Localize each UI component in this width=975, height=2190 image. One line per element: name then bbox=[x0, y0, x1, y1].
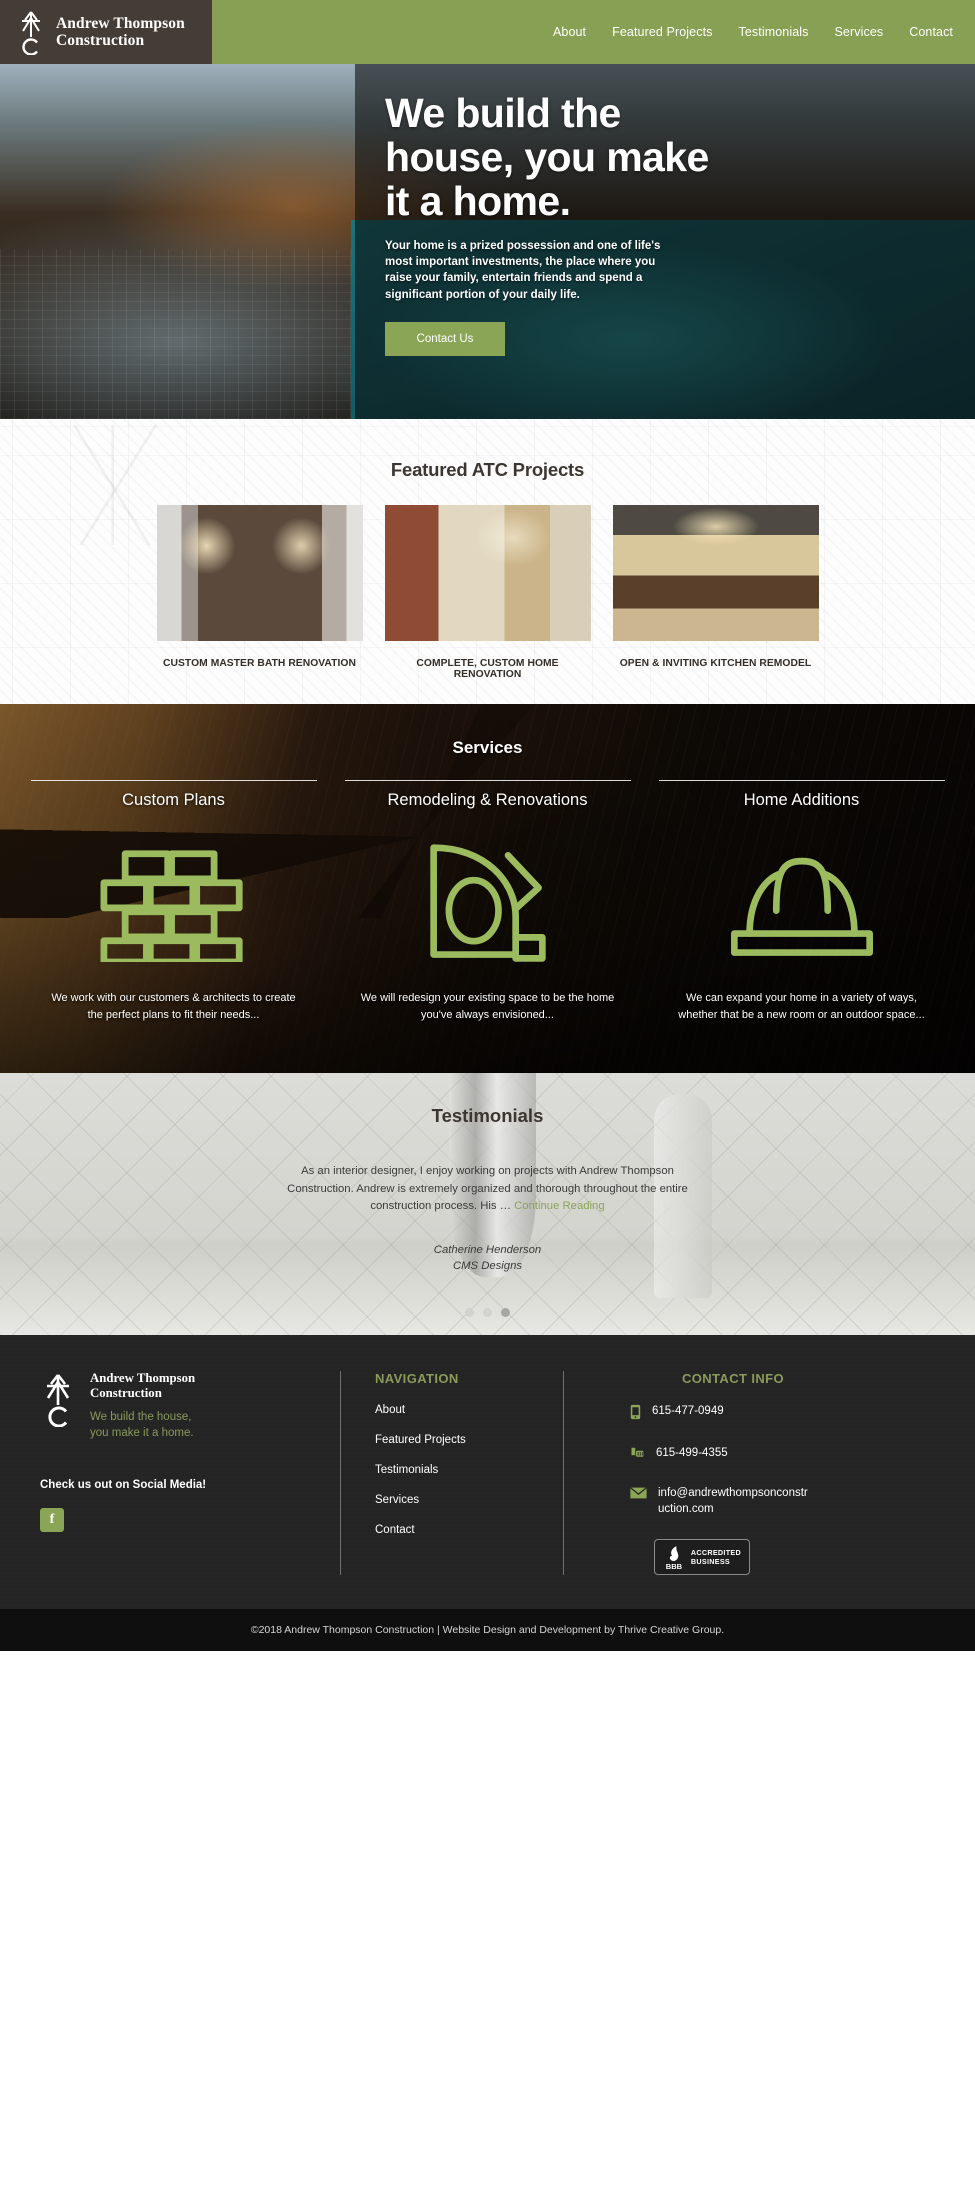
featured-projects-section: Featured ATC Projects CUSTOM MASTER BATH… bbox=[0, 419, 975, 704]
featured-projects-title: Featured ATC Projects bbox=[390, 459, 585, 480]
footer-link-about[interactable]: About bbox=[375, 1404, 563, 1416]
logo-line-2: Construction bbox=[56, 32, 145, 49]
bbb-line-1: ACCREDITED bbox=[690, 1547, 741, 1557]
logo-block[interactable]: Andrew Thompson Construction bbox=[0, 0, 212, 64]
service-name: Remodeling & Renovations bbox=[387, 791, 588, 809]
pagination-dot-2[interactable] bbox=[483, 1308, 492, 1318]
testimonials-title: Testimonials bbox=[431, 1105, 544, 1126]
footer-link-featured-projects[interactable]: Featured Projects bbox=[375, 1434, 563, 1446]
tape-measure-icon bbox=[343, 840, 633, 968]
contact-us-button[interactable]: Contact Us bbox=[385, 321, 505, 356]
divider bbox=[658, 780, 945, 781]
logo-line-1: Andrew Thompson bbox=[56, 14, 185, 32]
testimonials-section: Testimonials As an interior designer, I … bbox=[0, 1073, 975, 1335]
bbb-line-2: BUSINESS bbox=[690, 1556, 731, 1566]
testimonial-author: Catherine Henderson CMS Designs bbox=[0, 1242, 975, 1275]
atc-monogram-icon bbox=[40, 1371, 76, 1428]
continue-reading-link[interactable]: Continue Reading bbox=[514, 1200, 604, 1212]
site-footer: Andrew Thompson Construction We build th… bbox=[0, 1335, 975, 1609]
project-thumbnail-bath[interactable] bbox=[156, 505, 363, 641]
footer-contact-heading: CONTACT INFO bbox=[681, 1371, 785, 1386]
nav-item-contact[interactable]: Contact bbox=[909, 25, 953, 39]
contact-row-email[interactable]: info@andrewthompsonconstruction.com bbox=[602, 1486, 864, 1518]
envelope-icon bbox=[629, 1486, 648, 1504]
project-caption: COMPLETE, CUSTOM HOME RENOVATION bbox=[416, 658, 559, 680]
bbb-torch-icon: BBB bbox=[666, 1545, 683, 1570]
testimonial-author-name: Catherine Henderson bbox=[433, 1243, 542, 1256]
services-heading-row: Custom Plans Remodeling & Renovations Ho… bbox=[0, 780, 975, 810]
nav-item-testimonials[interactable]: Testimonials bbox=[739, 25, 809, 39]
services-section: Services Custom Plans Remodeling & Renov… bbox=[0, 704, 975, 1073]
bbb-accredited-business-badge[interactable]: BBB ACCREDITED BUSINESS bbox=[654, 1538, 750, 1575]
footer-navigation-column: NAVIGATION About Featured Projects Testi… bbox=[341, 1371, 563, 1575]
services-title: Services bbox=[452, 738, 523, 757]
hero-content: We build the house, you make it a home. … bbox=[385, 90, 945, 356]
project-card[interactable]: CUSTOM MASTER BATH RENOVATION bbox=[156, 505, 363, 680]
project-thumbnail-kitchen[interactable] bbox=[612, 505, 819, 641]
project-thumbnail-living-room[interactable] bbox=[384, 505, 591, 641]
footer-link-services[interactable]: Services bbox=[375, 1494, 563, 1506]
nav-item-featured-projects[interactable]: Featured Projects bbox=[612, 25, 712, 39]
project-card[interactable]: OPEN & INVITING KITCHEN REMODEL bbox=[612, 505, 819, 680]
footer-brand-line-1: Andrew Thompson bbox=[90, 1371, 196, 1385]
divider bbox=[30, 780, 317, 781]
main-navigation: About Featured Projects Testimonials Ser… bbox=[212, 0, 975, 64]
testimonial-quote: As an interior designer, I enjoy working… bbox=[278, 1163, 698, 1216]
divider bbox=[344, 780, 631, 781]
hard-hat-icon bbox=[657, 840, 947, 968]
footer-tagline-line-2: you make it a home. bbox=[90, 1426, 194, 1439]
testimonial-author-company: CMS Designs bbox=[452, 1259, 523, 1272]
footer-contact-column: CONTACT INFO 615-477-0949 615-499-4355 i… bbox=[564, 1371, 864, 1575]
footer-link-testimonials[interactable]: Testimonials bbox=[375, 1464, 563, 1476]
contact-row-office[interactable]: 615-499-4355 bbox=[602, 1446, 864, 1465]
services-description-row: We work with our customers & architects … bbox=[0, 990, 975, 1024]
social-media-label: Check us out on Social Media! bbox=[40, 1479, 207, 1492]
service-description: We can expand your home in a variety of … bbox=[678, 992, 925, 1022]
site-header: Andrew Thompson Construction About Featu… bbox=[0, 0, 975, 64]
pagination-dot-3[interactable] bbox=[501, 1308, 510, 1318]
service-description: We will redesign your existing space to … bbox=[360, 992, 615, 1022]
copyright-bar: ©2018 Andrew Thompson Construction | Web… bbox=[0, 1608, 975, 1651]
contact-phone-office: 615-499-4355 bbox=[656, 1447, 728, 1459]
footer-brand-line-2: Construction bbox=[90, 1386, 162, 1401]
service-column-remodeling: Remodeling & Renovations bbox=[343, 780, 633, 810]
footer-tagline: We build the house, you make it a home. bbox=[90, 1410, 195, 1441]
contact-email: info@andrewthompsonconstruction.com bbox=[658, 1487, 808, 1515]
service-name: Custom Plans bbox=[122, 791, 225, 809]
project-caption: CUSTOM MASTER BATH RENOVATION bbox=[163, 658, 356, 669]
svg-text:BBB: BBB bbox=[666, 1561, 683, 1569]
service-description: We work with our customers & architects … bbox=[51, 992, 296, 1022]
copyright-text: ©2018 Andrew Thompson Construction | Web… bbox=[250, 1623, 725, 1636]
testimonial-pagination-dots bbox=[0, 1308, 975, 1318]
testimonial-quote-text: As an interior designer, I enjoy working… bbox=[287, 1165, 688, 1212]
pagination-dot-1[interactable] bbox=[465, 1308, 474, 1318]
bbb-badge-text: ACCREDITED BUSINESS bbox=[691, 1548, 741, 1566]
mobile-phone-icon bbox=[630, 1404, 641, 1425]
footer-brand-column: Andrew Thompson Construction We build th… bbox=[40, 1371, 340, 1575]
services-icon-row bbox=[0, 840, 975, 968]
footer-navigation-heading: NAVIGATION bbox=[375, 1371, 459, 1386]
footer-tagline-line-1: We build the house, bbox=[90, 1411, 192, 1424]
footer-brand-name: Andrew Thompson Construction bbox=[90, 1371, 195, 1401]
footer-link-contact[interactable]: Contact bbox=[375, 1524, 563, 1536]
logo-wordmark: Andrew Thompson Construction bbox=[56, 15, 185, 50]
service-column-home-additions: Home Additions bbox=[657, 780, 947, 810]
hero-banner: We build the house, you make it a home. … bbox=[0, 64, 975, 419]
desk-phone-icon bbox=[630, 1446, 645, 1465]
service-column-custom-plans: Custom Plans bbox=[29, 780, 319, 810]
brick-wall-icon bbox=[29, 840, 319, 968]
hero-paragraph: Your home is a prized possession and one… bbox=[385, 239, 661, 301]
atc-monogram-icon bbox=[16, 9, 46, 56]
facebook-icon[interactable]: f bbox=[40, 1508, 64, 1533]
project-card[interactable]: COMPLETE, CUSTOM HOME RENOVATION bbox=[384, 505, 591, 680]
hero-headline: We build the house, you make it a home. bbox=[385, 90, 709, 224]
nav-item-about[interactable]: About bbox=[553, 25, 586, 39]
featured-projects-grid: CUSTOM MASTER BATH RENOVATION COMPLETE, … bbox=[0, 505, 975, 680]
contact-phone-mobile: 615-477-0949 bbox=[652, 1405, 724, 1417]
project-caption: OPEN & INVITING KITCHEN REMODEL bbox=[619, 658, 812, 669]
nav-item-services[interactable]: Services bbox=[834, 25, 883, 39]
contact-row-mobile[interactable]: 615-477-0949 bbox=[602, 1404, 864, 1425]
service-name: Home Additions bbox=[743, 791, 860, 809]
